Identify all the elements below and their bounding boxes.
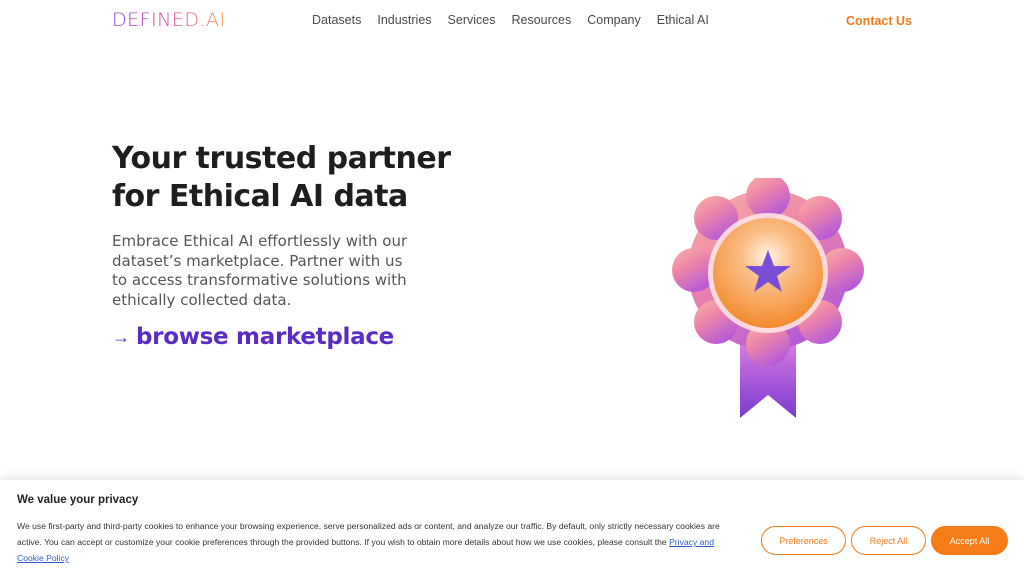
contact-us-link[interactable]: Contact Us xyxy=(846,14,912,28)
nav-item-industries[interactable]: Industries xyxy=(377,13,431,27)
hero-title-line-1: Your trusted partner xyxy=(112,141,451,176)
main-nav: Datasets Industries Services Resources C… xyxy=(312,13,725,27)
logo-text: DEFINED.AI xyxy=(112,9,226,31)
preferences-button[interactable]: Preferences xyxy=(761,526,846,555)
browse-marketplace-label: browse marketplace xyxy=(136,324,394,350)
cookie-banner-title: We value your privacy xyxy=(17,494,139,506)
reject-all-button[interactable]: Reject All xyxy=(851,526,926,555)
hero-title: Your trusted partner for Ethical AI data xyxy=(112,140,472,216)
award-ribbon-icon xyxy=(668,174,868,423)
nav-item-resources[interactable]: Resources xyxy=(511,13,571,27)
nav-item-company[interactable]: Company xyxy=(587,13,641,27)
cookie-banner-text: We use first-party and third-party cooki… xyxy=(17,518,737,566)
hero-description: Embrace Ethical AI effortlessly with our… xyxy=(112,232,408,309)
arrow-right-icon: → xyxy=(112,326,130,347)
site-header: DEFINED.AI Datasets Industries Services … xyxy=(0,0,1024,44)
nav-item-datasets[interactable]: Datasets xyxy=(312,13,361,27)
browse-marketplace-link[interactable]: → browse marketplace xyxy=(112,324,394,350)
nav-item-ethical-ai[interactable]: Ethical AI xyxy=(657,13,709,27)
accept-all-button[interactable]: Accept All xyxy=(931,526,1008,555)
nav-item-services[interactable]: Services xyxy=(448,13,496,27)
cookie-banner: We value your privacy We use first-party… xyxy=(0,480,1024,576)
cookie-banner-body: We use first-party and third-party cooki… xyxy=(17,521,720,547)
hero-title-line-2: for Ethical AI data xyxy=(112,179,408,214)
logo[interactable]: DEFINED.AI xyxy=(112,9,226,31)
